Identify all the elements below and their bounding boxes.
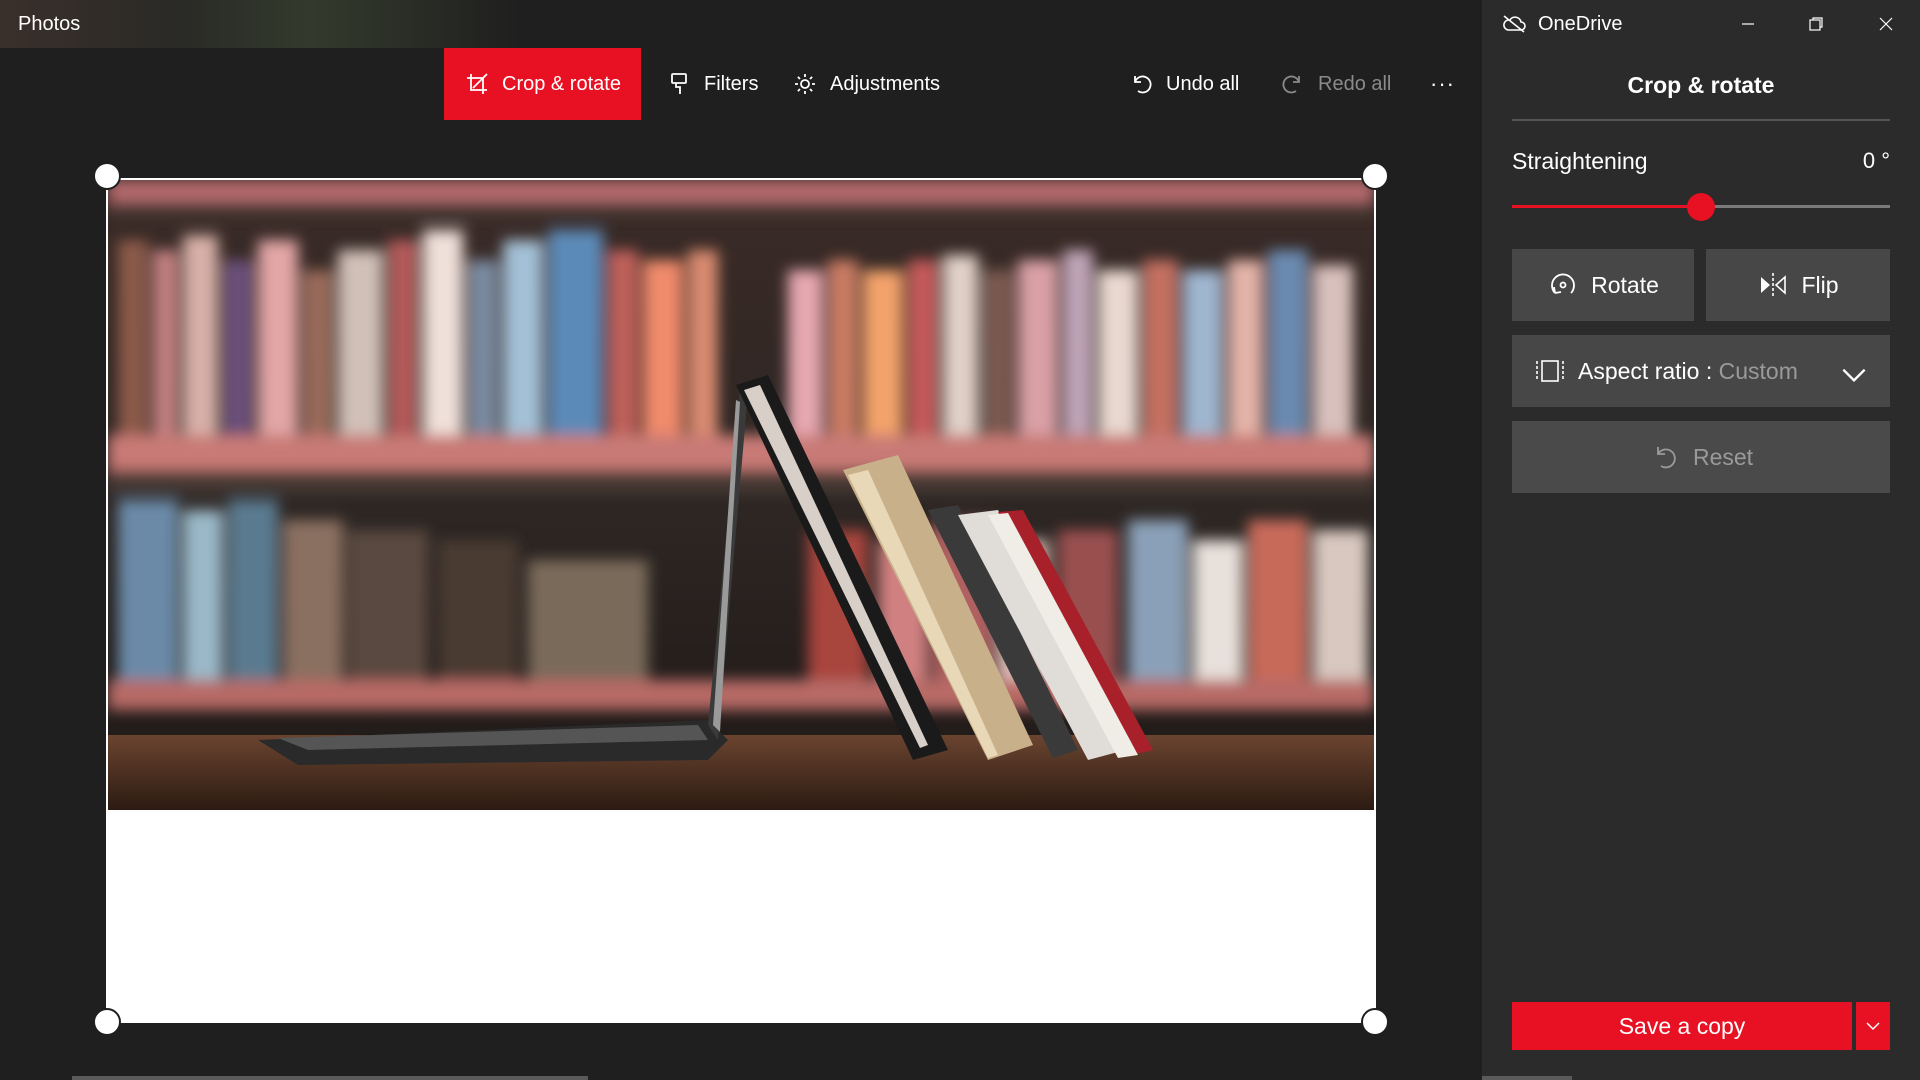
redo-all-button[interactable]: Redo all <box>1280 48 1391 120</box>
rotate-button[interactable]: Rotate <box>1512 249 1694 321</box>
straightening-slider-fill <box>1512 205 1701 208</box>
aspect-ratio-label: Aspect ratio : <box>1578 357 1719 384</box>
canvas-scrollbar[interactable] <box>72 1076 588 1080</box>
crop-handle-bottom-left[interactable] <box>93 1008 121 1036</box>
brightness-icon <box>792 71 818 97</box>
filters-icon <box>666 71 692 97</box>
straightening-value: 0 ° <box>1862 148 1890 173</box>
reset-button[interactable]: Reset <box>1512 421 1890 493</box>
reset-icon <box>1657 447 1676 469</box>
save-options-dropdown[interactable] <box>1856 1002 1890 1050</box>
crop-rotate-panel: OneDrive Crop & rotate Straightening 0 °… <box>1482 0 1920 1080</box>
flip-button[interactable]: Flip <box>1706 249 1890 321</box>
redo-icon <box>1280 71 1306 97</box>
crop-handle-top-left[interactable] <box>93 162 121 190</box>
reset-label: Reset <box>1692 443 1754 470</box>
save-copy-label: Save a copy <box>1618 1012 1746 1039</box>
flip-label: Flip <box>1801 271 1839 298</box>
adjustments-tab[interactable]: Adjustments <box>792 48 940 120</box>
chevron-down-icon <box>1866 1022 1880 1031</box>
save-copy-button[interactable]: Save a copy <box>1512 1002 1852 1050</box>
panel-title: Crop & rotate <box>1627 72 1775 98</box>
aspect-ratio-text: Aspect ratio : Custom <box>1578 358 1798 385</box>
crop-rotate-label: Crop & rotate <box>502 72 621 95</box>
panel-scrollbar[interactable] <box>1482 1076 1572 1080</box>
adjustments-label: Adjustments <box>830 72 941 95</box>
onedrive-label: OneDrive <box>1538 13 1623 35</box>
straightening-label: Straightening <box>1512 148 1648 174</box>
aspect-ratio-icon <box>1536 360 1564 382</box>
undo-icon <box>1128 71 1154 97</box>
straightening-slider-thumb[interactable] <box>1687 193 1715 221</box>
photo-image <box>108 180 1374 810</box>
crop-handle-bottom-right[interactable] <box>1361 1008 1389 1036</box>
undo-all-button[interactable]: Undo all <box>1128 48 1239 120</box>
filters-tab[interactable]: Filters <box>666 48 758 120</box>
undo-all-label: Undo all <box>1166 72 1240 95</box>
filters-label: Filters <box>704 72 759 95</box>
aspect-ratio-value: Custom <box>1718 357 1798 384</box>
more-options-button[interactable]: ··· <box>1430 48 1455 120</box>
panel-divider <box>1512 119 1890 121</box>
restore-icon <box>1809 17 1823 31</box>
edit-toolbar: Crop & rotate Filters Adjustments Undo a… <box>0 48 1482 120</box>
flip-icon <box>1761 273 1787 297</box>
photo-preview <box>108 180 1374 810</box>
more-options-label: ··· <box>1430 71 1455 96</box>
minimize-button[interactable] <box>1714 0 1782 48</box>
close-icon <box>1879 17 1893 31</box>
cloud-offline-icon[interactable] <box>1502 14 1526 34</box>
minimize-icon <box>1742 23 1754 25</box>
rotate-icon <box>1551 273 1576 294</box>
onedrive-header: OneDrive <box>1482 0 1920 48</box>
crop-icon <box>464 71 490 97</box>
chevron-down-icon <box>1842 368 1866 383</box>
crop-handle-top-right[interactable] <box>1361 162 1389 190</box>
aspect-ratio-dropdown[interactable]: Aspect ratio : Custom <box>1512 335 1890 407</box>
close-button[interactable] <box>1852 0 1920 48</box>
crop-rotate-tab[interactable]: Crop & rotate <box>444 48 641 120</box>
rotate-label: Rotate <box>1591 271 1659 298</box>
restore-button[interactable] <box>1782 0 1850 48</box>
redo-all-label: Redo all <box>1318 72 1392 95</box>
app-title: Photos <box>18 13 81 35</box>
